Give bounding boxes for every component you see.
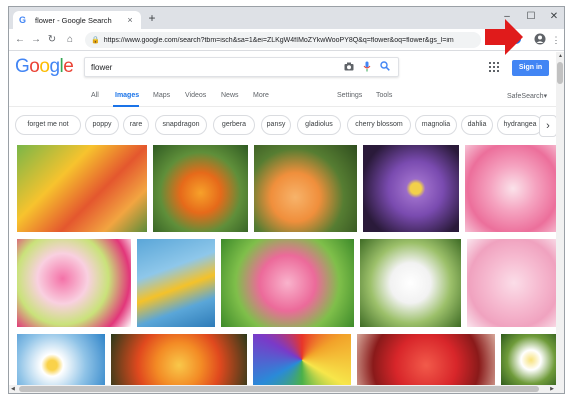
scroll-left-icon[interactable]: ◀	[11, 386, 15, 392]
browser-window: G flower - Google Search × + – ☐ ✕ ← → ↻…	[8, 6, 565, 394]
search-query: flower	[91, 62, 113, 72]
browser-toolbar: ← → ↻ ⌂ 🔒 https://www.google.com/search?…	[9, 29, 564, 51]
lock-icon: 🔒	[91, 37, 100, 44]
chip-forget-me-not[interactable]: forget me not	[15, 115, 81, 135]
safesearch-dropdown[interactable]: SafeSearch▾	[507, 92, 547, 100]
tab-news[interactable]: News	[221, 92, 239, 99]
logo-letter: o	[39, 56, 50, 77]
image-result[interactable]	[17, 145, 147, 232]
tab-images[interactable]: Images	[115, 92, 139, 99]
image-result[interactable]	[254, 145, 357, 232]
image-result[interactable]	[111, 334, 247, 386]
settings-link[interactable]: Settings	[337, 92, 362, 99]
chip-poppy[interactable]: poppy	[85, 115, 119, 135]
forward-icon[interactable]: →	[29, 32, 43, 48]
red-arrow-icon	[485, 19, 523, 55]
image-result[interactable]	[467, 239, 561, 327]
tab-maps[interactable]: Maps	[153, 92, 170, 99]
horizontal-scroll-thumb[interactable]	[19, 386, 539, 392]
image-result[interactable]	[137, 239, 215, 327]
tab-strip: G flower - Google Search × + – ☐ ✕	[9, 7, 564, 29]
image-result[interactable]	[501, 334, 561, 386]
tab-videos[interactable]: Videos	[185, 92, 206, 99]
image-result[interactable]	[153, 145, 248, 232]
new-tab-button[interactable]: +	[145, 11, 159, 25]
search-icon[interactable]	[378, 61, 392, 73]
close-window-button[interactable]: ✕	[542, 7, 564, 29]
search-tabs: All Images Maps Videos News More Setting…	[9, 89, 564, 107]
chip-snapdragon[interactable]: snapdragon	[155, 115, 207, 135]
tab-more[interactable]: More	[253, 92, 269, 99]
camera-icon[interactable]	[342, 62, 356, 73]
image-result[interactable]	[360, 239, 461, 327]
address-bar[interactable]: 🔒 https://www.google.com/search?tbm=isch…	[85, 32, 481, 48]
scroll-right-icon[interactable]: ▶	[550, 386, 554, 392]
chip-cherry-blossom[interactable]: cherry blossom	[347, 115, 411, 135]
logo-letter: G	[15, 56, 30, 77]
profile-icon[interactable]	[533, 33, 547, 47]
browser-menu-icon[interactable]: ⋮	[549, 33, 563, 47]
google-favicon-icon: G	[19, 15, 27, 25]
url-text: https://www.google.com/search?tbm=isch&s…	[103, 36, 454, 44]
tab-all[interactable]: All	[91, 92, 99, 99]
reload-icon[interactable]: ↻	[45, 32, 59, 48]
image-result[interactable]	[17, 334, 105, 386]
chip-gladiolus[interactable]: gladiolus	[297, 115, 341, 135]
browser-tab[interactable]: G flower - Google Search ×	[13, 11, 141, 29]
chip-gerbera[interactable]: gerbera	[213, 115, 255, 135]
chip-magnolia[interactable]: magnolia	[415, 115, 457, 135]
chip-pansy[interactable]: pansy	[261, 115, 291, 135]
sign-in-button[interactable]: Sign in	[512, 60, 549, 76]
chip-rare[interactable]: rare	[123, 115, 149, 135]
back-icon[interactable]: ←	[13, 32, 27, 48]
google-logo[interactable]: Google	[15, 56, 74, 78]
image-result[interactable]	[363, 145, 459, 232]
apps-grid-icon[interactable]	[489, 62, 499, 72]
image-result[interactable]	[465, 145, 561, 232]
logo-letter: e	[63, 56, 74, 77]
tab-title: flower - Google Search	[35, 15, 112, 25]
tools-link[interactable]: Tools	[376, 92, 392, 99]
scroll-up-icon[interactable]: ▲	[558, 53, 563, 59]
logo-letter: g	[49, 56, 60, 77]
image-result[interactable]	[253, 334, 351, 386]
logo-letter: o	[29, 56, 40, 77]
microphone-icon[interactable]	[360, 61, 374, 74]
active-tab-indicator	[113, 105, 139, 107]
chip-dahlia[interactable]: dahlia	[461, 115, 493, 135]
chip-next-button[interactable]: ›	[539, 115, 557, 137]
home-icon[interactable]: ⌂	[63, 32, 77, 48]
chip-hydrangea[interactable]: hydrangea	[497, 115, 543, 135]
search-input[interactable]: flower	[84, 57, 399, 77]
horizontal-scrollbar[interactable]: ◀ ▶	[9, 385, 564, 393]
image-result[interactable]	[357, 334, 495, 386]
tab-close-icon[interactable]: ×	[125, 15, 135, 25]
related-searches: forget me not poppy rare snapdragon gerb…	[15, 115, 555, 137]
vertical-scrollbar[interactable]: ▲	[556, 52, 564, 387]
image-result[interactable]	[221, 239, 354, 327]
vertical-scroll-thumb[interactable]	[557, 62, 563, 84]
image-result[interactable]	[17, 239, 131, 327]
